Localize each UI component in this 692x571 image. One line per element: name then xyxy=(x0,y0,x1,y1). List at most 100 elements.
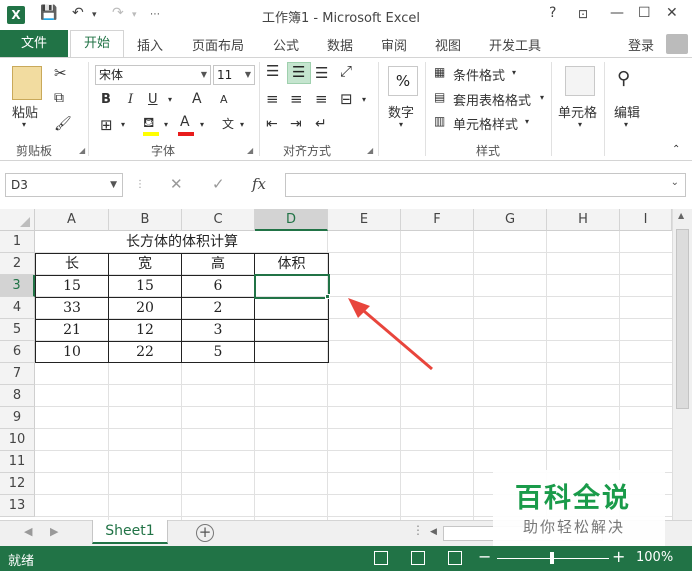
redo-icon[interactable]: ↷ xyxy=(112,5,124,21)
cancel-icon[interactable]: ✕ xyxy=(170,175,183,193)
conditional-format-button[interactable]: 条件格式 xyxy=(453,65,505,84)
font-name-combo[interactable]: 宋体 ▼ xyxy=(95,65,211,85)
font-launcher-icon[interactable]: ◢ xyxy=(247,146,253,155)
page-break-view-icon[interactable] xyxy=(448,551,462,565)
close-button[interactable]: ✕ xyxy=(666,5,678,21)
cells-icon[interactable] xyxy=(565,66,595,96)
merge-dropdown-icon[interactable]: ▾ xyxy=(362,95,366,104)
cell-d2[interactable]: 体积 xyxy=(255,254,328,275)
column-header-h[interactable]: H xyxy=(547,209,620,231)
align-left-icon[interactable]: ≡ xyxy=(266,90,279,108)
column-header-i[interactable]: I xyxy=(620,209,672,231)
undo-dropdown-icon[interactable]: ▾ xyxy=(92,10,97,20)
cells-button[interactable]: 单元格 xyxy=(558,102,597,121)
cell-c5[interactable]: 3 xyxy=(182,320,254,341)
increase-font-button[interactable]: A xyxy=(192,91,202,107)
sheet-tab-sheet1[interactable]: Sheet1 xyxy=(92,520,168,544)
cell-c3[interactable]: 6 xyxy=(182,276,254,297)
name-box[interactable]: D3 ▼ xyxy=(5,173,123,197)
row-header-5[interactable]: 5 xyxy=(0,319,35,341)
column-header-d[interactable]: D xyxy=(255,209,328,231)
alignment-launcher-icon[interactable]: ◢ xyxy=(367,146,373,155)
row-header-9[interactable]: 9 xyxy=(0,407,35,429)
binoculars-icon[interactable]: ⚲ xyxy=(617,68,630,89)
tab-review[interactable]: 审阅 xyxy=(381,35,407,54)
tab-formulas[interactable]: 公式 xyxy=(273,35,299,54)
tab-file[interactable]: 文件 xyxy=(0,30,68,57)
cell-c2[interactable]: 高 xyxy=(182,254,254,275)
italic-button[interactable]: I xyxy=(128,92,133,107)
scroll-left-icon[interactable]: ◀ xyxy=(430,527,437,537)
copy-icon[interactable]: ⧉ xyxy=(54,90,64,106)
number-dropdown-icon[interactable]: ▾ xyxy=(399,120,403,129)
merge-center-icon[interactable]: ⊟ xyxy=(340,90,353,108)
clipboard-launcher-icon[interactable]: ◢ xyxy=(79,146,85,155)
user-avatar-icon[interactable] xyxy=(666,34,688,54)
conditional-format-dropdown-icon[interactable]: ▾ xyxy=(512,68,516,77)
tab-view[interactable]: 视图 xyxy=(435,35,461,54)
sheet-prev-icon[interactable]: ◀ xyxy=(24,525,32,538)
bold-button[interactable]: B xyxy=(101,92,111,107)
align-middle-button[interactable]: ☰ xyxy=(287,62,311,84)
zoom-slider-knob[interactable] xyxy=(550,552,554,564)
redo-dropdown-icon[interactable]: ▾ xyxy=(132,10,137,20)
cell-c6[interactable]: 5 xyxy=(182,342,254,362)
row-header-12[interactable]: 12 xyxy=(0,473,35,495)
zoom-out-button[interactable]: − xyxy=(478,547,491,566)
column-header-g[interactable]: G xyxy=(474,209,547,231)
maximize-button[interactable]: ☐ xyxy=(638,5,651,21)
tab-split-grip-icon[interactable]: ⋮ xyxy=(412,523,424,537)
format-table-icon[interactable]: ▤ xyxy=(434,90,445,104)
paste-button[interactable]: 粘贴 xyxy=(12,102,38,121)
cell-b5[interactable]: 12 xyxy=(109,320,181,341)
format-table-dropdown-icon[interactable]: ▾ xyxy=(540,93,544,102)
scroll-up-icon[interactable]: ▲ xyxy=(678,211,684,220)
help-button[interactable]: ? xyxy=(549,5,556,21)
customize-qat-icon[interactable]: ⋯ xyxy=(150,9,160,20)
row-header-13[interactable]: 13 xyxy=(0,495,35,517)
cell-styles-icon[interactable]: ▥ xyxy=(434,114,445,128)
save-icon[interactable]: 💾 xyxy=(40,5,57,21)
enter-icon[interactable]: ✓ xyxy=(212,175,225,193)
orientation-icon[interactable]: ⤢ xyxy=(340,62,352,80)
formula-input[interactable]: ⌄ xyxy=(285,173,686,197)
row-header-2[interactable]: 2 xyxy=(0,253,35,275)
cell-styles-dropdown-icon[interactable]: ▾ xyxy=(525,117,529,126)
decrease-font-button[interactable]: A xyxy=(220,93,228,106)
tab-insert[interactable]: 插入 xyxy=(137,35,163,54)
align-right-icon[interactable]: ≡ xyxy=(315,90,328,108)
font-color-icon[interactable]: A xyxy=(180,114,190,130)
column-header-f[interactable]: F xyxy=(401,209,474,231)
align-top-icon[interactable]: ☰ xyxy=(266,62,279,80)
editing-button[interactable]: 编辑 xyxy=(614,102,640,121)
add-sheet-button[interactable]: + xyxy=(196,524,214,542)
cells-dropdown-icon[interactable]: ▾ xyxy=(578,120,582,129)
zoom-level[interactable]: 100% xyxy=(636,550,673,565)
row-header-6[interactable]: 6 xyxy=(0,341,35,363)
align-bottom-icon[interactable]: ☰ xyxy=(315,64,328,82)
editing-dropdown-icon[interactable]: ▾ xyxy=(624,120,628,129)
increase-indent-icon[interactable]: ⇥ xyxy=(290,116,302,132)
cell-c4[interactable]: 2 xyxy=(182,298,254,319)
normal-view-icon[interactable] xyxy=(374,551,388,565)
ribbon-display-icon[interactable]: ⊡ xyxy=(578,7,588,21)
undo-icon[interactable]: ↶ xyxy=(72,5,84,21)
tab-developer[interactable]: 开发工具 xyxy=(489,35,541,54)
paste-dropdown-icon[interactable]: ▾ xyxy=(22,120,26,129)
row-header-1[interactable]: 1 xyxy=(0,231,35,253)
format-painter-icon[interactable]: 🖌 xyxy=(54,116,72,132)
underline-button[interactable]: U xyxy=(148,92,158,107)
select-all-corner[interactable] xyxy=(0,209,35,231)
number-format-button[interactable]: 数字 xyxy=(388,102,414,121)
phonetic-dropdown-icon[interactable]: ▾ xyxy=(240,120,244,129)
decrease-indent-icon[interactable]: ⇤ xyxy=(266,116,278,132)
underline-dropdown-icon[interactable]: ▾ xyxy=(168,95,172,104)
tab-home[interactable]: 开始 xyxy=(70,30,124,58)
row-header-11[interactable]: 11 xyxy=(0,451,35,473)
paste-icon[interactable] xyxy=(12,66,42,100)
conditional-format-icon[interactable]: ▦ xyxy=(434,65,445,79)
align-center-icon[interactable]: ≡ xyxy=(290,90,303,108)
cell-styles-button[interactable]: 单元格样式 xyxy=(453,114,518,133)
cell-b3[interactable]: 15 xyxy=(109,276,181,297)
font-color-dropdown-icon[interactable]: ▾ xyxy=(200,120,204,129)
